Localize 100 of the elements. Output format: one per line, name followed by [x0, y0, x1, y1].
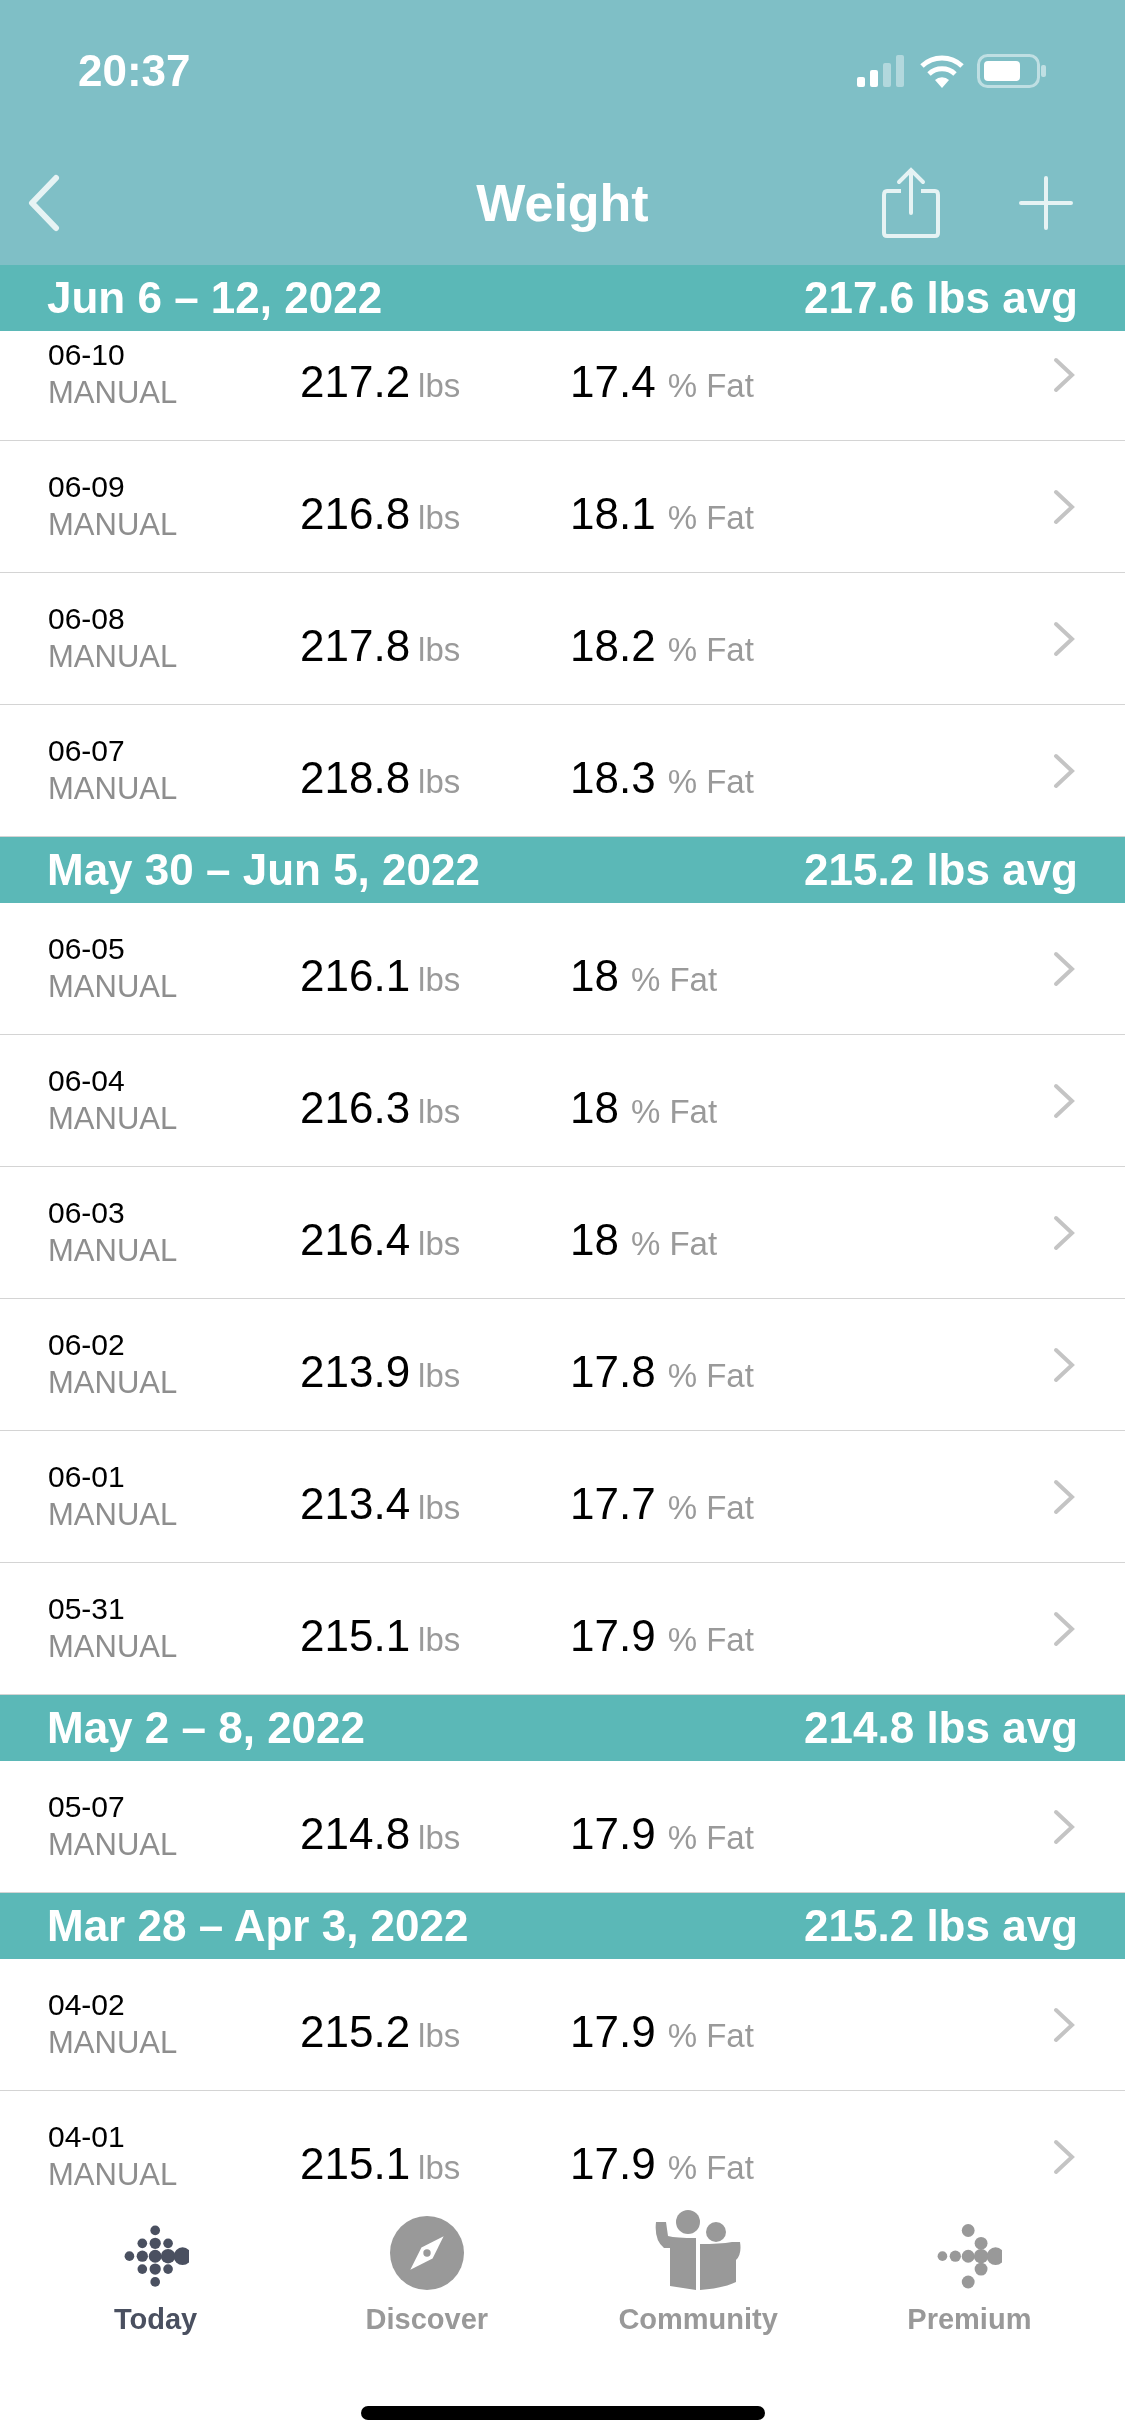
weight-value: 216.8 [300, 487, 411, 540]
weight-unit: lbs [418, 1619, 461, 1660]
wifi-icon [919, 54, 965, 88]
fat-unit: % Fat [630, 959, 718, 1000]
battery-icon [977, 54, 1047, 88]
chevron-right-icon [1053, 1478, 1075, 1515]
fat-unit: % Fat [667, 2015, 754, 2056]
signal-icon [857, 55, 907, 87]
chevron-right-icon [1053, 1214, 1075, 1251]
week-average: 214.8 lbs avg [804, 1702, 1078, 1754]
fat-unit: % Fat [667, 1817, 754, 1858]
entry-date: 06-03 [48, 1195, 126, 1232]
weight-value: 215.2 [300, 2005, 411, 2058]
entry-source: MANUAL [48, 1627, 179, 1666]
plus-icon [1019, 175, 1073, 230]
fat-unit: % Fat [630, 1091, 718, 1132]
week-range: Mar 28 – Apr 3, 2022 [47, 1900, 469, 1952]
page-title: Weight [476, 172, 649, 234]
fat-unit: % Fat [667, 1619, 754, 1660]
weight-value: 216.3 [300, 1081, 411, 1134]
entry-date: 04-01 [48, 2119, 126, 2156]
weight-entry-row[interactable]: 06-05 MANUAL 216.1 lbs 18 % Fat [0, 903, 1125, 1035]
fat-unit: % Fat [667, 629, 754, 670]
entry-date: 04-02 [48, 1987, 126, 2024]
entry-source: MANUAL [48, 1231, 179, 1270]
weight-unit: lbs [418, 959, 461, 1000]
fat-value: 17.9 [570, 2137, 656, 2187]
weight-unit: lbs [418, 1817, 461, 1858]
entry-source: MANUAL [48, 769, 179, 808]
weight-entry-row[interactable]: 06-10 MANUAL 217.2 lbs 17.4 % Fat [0, 331, 1125, 441]
week-range: May 2 – 8, 2022 [47, 1702, 365, 1754]
entry-source: MANUAL [48, 1825, 179, 1864]
entry-date: 06-09 [48, 469, 126, 506]
weight-entry-row[interactable]: 06-02 MANUAL 213.9 lbs 17.8 % Fat [0, 1299, 1125, 1431]
compass-icon [389, 2215, 464, 2290]
share-button[interactable] [881, 166, 941, 239]
entry-source: MANUAL [48, 1363, 179, 1402]
chevron-right-icon [1053, 950, 1075, 987]
weight-value: 216.1 [300, 949, 411, 1002]
weight-unit: lbs [418, 1487, 461, 1528]
entry-date: 06-04 [48, 1063, 126, 1100]
weight-unit: lbs [418, 1091, 461, 1132]
fat-value: 17.4 [570, 355, 656, 408]
dots-logo-icon [936, 2223, 1003, 2290]
weight-entry-row[interactable]: 04-02 MANUAL 215.2 lbs 17.9 % Fat [0, 1959, 1125, 2091]
fat-unit: % Fat [667, 2147, 754, 2187]
fat-value: 17.7 [570, 1477, 656, 1530]
fat-unit: % Fat [667, 1487, 754, 1528]
share-icon [881, 166, 941, 239]
weight-entry-row[interactable]: 06-08 MANUAL 217.8 lbs 18.2 % Fat [0, 573, 1125, 705]
entry-source: MANUAL [48, 373, 179, 412]
entry-date: 06-10 [48, 337, 126, 374]
fat-unit: % Fat [630, 1223, 718, 1264]
weight-entry-row[interactable]: 06-04 MANUAL 216.3 lbs 18 % Fat [0, 1035, 1125, 1167]
entry-date: 06-02 [48, 1327, 126, 1364]
chevron-right-icon [1053, 356, 1075, 393]
chevron-right-icon [1053, 1082, 1075, 1119]
chevron-right-icon [1053, 2138, 1075, 2175]
fat-unit: % Fat [667, 365, 754, 406]
entry-date: 05-07 [48, 1789, 126, 1826]
fat-unit: % Fat [667, 761, 754, 802]
week-average: 215.2 lbs avg [804, 1900, 1078, 1952]
weight-unit: lbs [418, 629, 461, 670]
fat-unit: % Fat [667, 1355, 754, 1396]
weight-value: 214.8 [300, 1807, 411, 1860]
weight-value: 213.9 [300, 1345, 411, 1398]
chevron-right-icon [1053, 1610, 1075, 1647]
weight-value: 215.1 [300, 2137, 411, 2187]
chevron-right-icon [1053, 620, 1075, 657]
chevron-right-icon [1053, 488, 1075, 525]
fat-value: 17.8 [570, 1345, 656, 1398]
chevron-right-icon [1053, 2006, 1075, 2043]
weight-unit: lbs [418, 761, 461, 802]
dots-logo-icon [122, 2223, 189, 2290]
entry-date: 05-31 [48, 1591, 126, 1628]
entry-source: MANUAL [48, 1099, 179, 1138]
entry-source: MANUAL [48, 2155, 179, 2187]
chevron-right-icon [1053, 752, 1075, 789]
week-average: 215.2 lbs avg [804, 844, 1078, 896]
weight-unit: lbs [418, 497, 461, 538]
weight-entry-row[interactable]: 06-09 MANUAL 216.8 lbs 18.1 % Fat [0, 441, 1125, 573]
week-range: May 30 – Jun 5, 2022 [47, 844, 480, 896]
weight-unit: lbs [418, 365, 461, 406]
entry-source: MANUAL [48, 1495, 179, 1534]
weight-unit: lbs [418, 1355, 461, 1396]
chevron-right-icon [1053, 1808, 1075, 1845]
weight-entry-row[interactable]: 06-03 MANUAL 216.4 lbs 18 % Fat [0, 1167, 1125, 1299]
entry-date: 06-08 [48, 601, 126, 638]
week-range: Jun 6 – 12, 2022 [47, 272, 383, 324]
entry-source: MANUAL [48, 967, 179, 1006]
entry-date: 06-05 [48, 931, 126, 968]
add-button[interactable] [1019, 175, 1073, 230]
weight-value: 218.8 [300, 751, 411, 804]
week-average: 217.6 lbs avg [804, 272, 1078, 324]
entry-date: 06-07 [48, 733, 126, 770]
fat-value: 18 [570, 1081, 619, 1134]
weight-entry-row[interactable]: 06-01 MANUAL 213.4 lbs 17.7 % Fat [0, 1431, 1125, 1563]
tab-item[interactable]: Today [45, 2201, 266, 2341]
weight-value: 215.1 [300, 1609, 411, 1662]
fat-value: 18.2 [570, 619, 656, 672]
